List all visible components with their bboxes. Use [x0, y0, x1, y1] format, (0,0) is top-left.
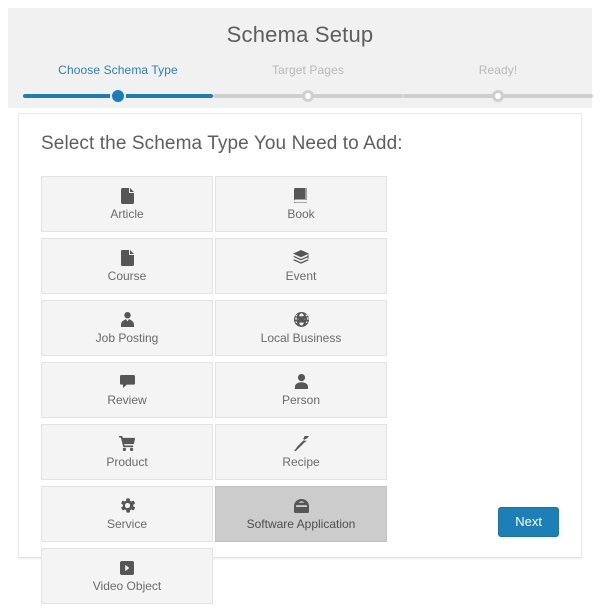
step-target-pages[interactable]: Target Pages — [213, 63, 403, 105]
carrot-icon — [293, 435, 309, 452]
progress-stepper: Choose Schema Type Target Pages Ready! — [23, 63, 593, 105]
content-panel: Select the Schema Type You Need to Add: … — [18, 113, 582, 604]
schema-card-event[interactable]: Event — [215, 238, 387, 294]
user-tie-icon — [120, 311, 134, 328]
schema-card-person[interactable]: Person — [215, 362, 387, 418]
file-icon — [120, 249, 134, 266]
schema-card-article[interactable]: Article — [41, 176, 213, 232]
step-label: Ready! — [478, 63, 518, 77]
schema-card-review[interactable]: Review — [41, 362, 213, 418]
globe-icon — [293, 311, 309, 328]
schema-card-label: Local Business — [260, 331, 342, 345]
user-icon — [294, 373, 308, 390]
schema-card-software-application[interactable]: Software Application — [215, 486, 387, 542]
step-dot[interactable] — [112, 90, 124, 102]
schema-card-label: Article — [110, 207, 144, 221]
gear-icon — [120, 497, 135, 514]
file-icon — [120, 187, 134, 204]
schema-card-label: Job Posting — [95, 331, 159, 345]
step-choose-schema-type[interactable]: Choose Schema Type — [23, 63, 213, 105]
schema-card-label: Video Object — [92, 579, 162, 593]
app-window-icon — [293, 497, 309, 514]
schema-card-course[interactable]: Course — [41, 238, 213, 294]
schema-card-service[interactable]: Service — [41, 486, 213, 542]
schema-card-label: Recipe — [282, 455, 320, 469]
step-dot[interactable] — [302, 90, 314, 102]
comment-icon — [119, 373, 135, 390]
book-icon — [294, 187, 308, 204]
panel-heading: Select the Schema Type You Need to Add: — [41, 133, 403, 154]
schema-card-label: Product — [106, 455, 148, 469]
step-dot[interactable] — [492, 90, 504, 102]
step-label: Target Pages — [272, 63, 344, 77]
schema-card-recipe[interactable]: Recipe — [215, 424, 387, 480]
schema-card-video-object[interactable]: Video Object — [41, 548, 213, 604]
shopping-cart-icon — [119, 435, 135, 452]
schema-card-label: Service — [106, 517, 147, 531]
page-title: Schema Setup — [226, 22, 374, 47]
ticket-stack-icon — [293, 249, 309, 266]
wizard-header: Schema Setup Choose Schema Type Target P… — [8, 8, 593, 108]
schema-card-label: Book — [287, 207, 315, 221]
schema-setup-wizard: Schema Setup Choose Schema Type Target P… — [0, 0, 600, 604]
step-ready[interactable]: Ready! — [403, 63, 593, 105]
schema-card-label: Event — [285, 269, 317, 283]
step-label: Choose Schema Type — [58, 63, 178, 77]
schema-card-label: Software Application — [246, 517, 356, 531]
schema-card-label: Person — [281, 393, 321, 407]
schema-type-grid: Article Book Course Event Job Posting Local B… — [41, 176, 561, 610]
schema-card-local-business[interactable]: Local Business — [215, 300, 387, 356]
schema-card-job-posting[interactable]: Job Posting — [41, 300, 213, 356]
schema-card-book[interactable]: Book — [215, 176, 387, 232]
schema-card-product[interactable]: Product — [41, 424, 213, 480]
schema-card-label: Course — [107, 269, 147, 283]
schema-card-label: Review — [107, 393, 147, 407]
next-button[interactable]: Next — [498, 507, 559, 537]
